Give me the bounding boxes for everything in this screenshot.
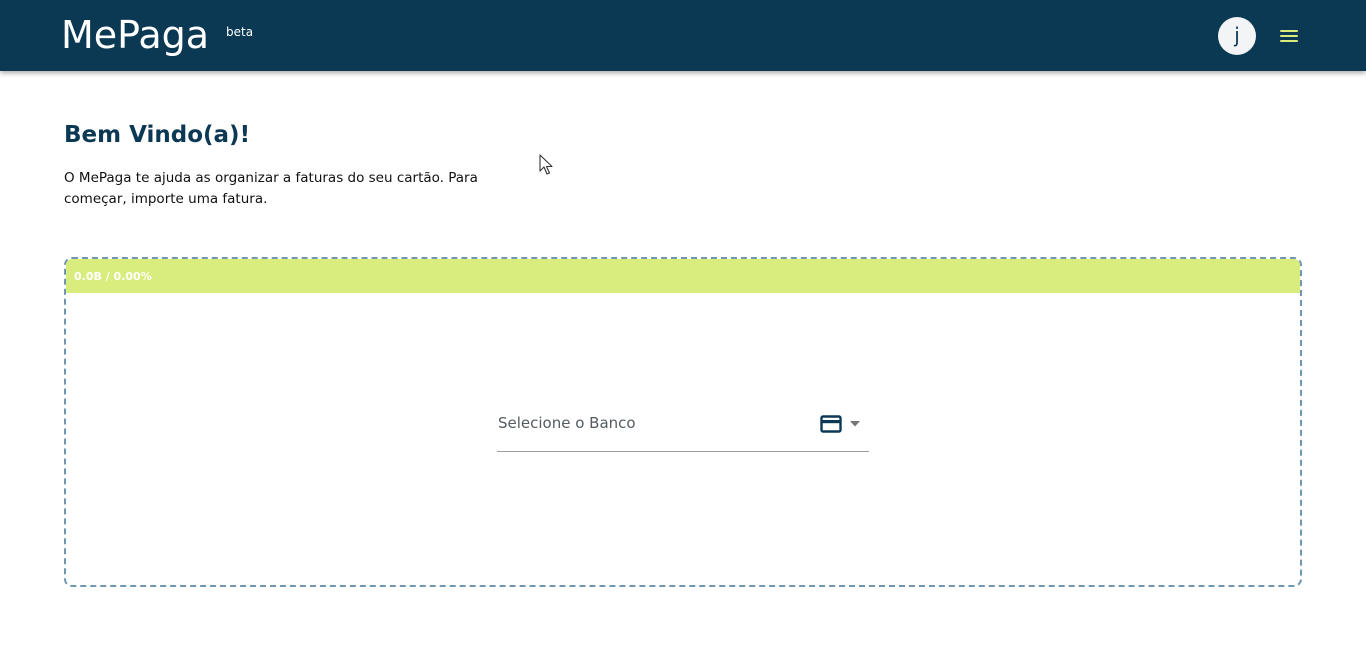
upload-progress-bar: 0.0B / 0.00% — [66, 259, 1300, 293]
mouse-cursor-icon — [539, 154, 553, 175]
welcome-description: O MePaga te ajuda as organizar a faturas… — [64, 170, 478, 207]
top-app-bar: MePaga beta j — [0, 0, 1366, 71]
page-title: Bem Vindo(a)! — [64, 122, 251, 148]
credit-card-icon — [820, 415, 842, 433]
beta-badge: beta — [226, 25, 254, 39]
hamburger-menu-icon[interactable] — [1277, 26, 1301, 46]
invoice-upload-dropzone[interactable]: 0.0B / 0.00% Selecione o Banco — [64, 257, 1302, 587]
upload-progress-text: 0.0B / 0.00% — [74, 270, 152, 283]
user-avatar-button[interactable]: j — [1218, 17, 1256, 55]
brand-logo[interactable]: MePaga — [61, 11, 209, 59]
caret-down-icon[interactable] — [849, 420, 861, 428]
bank-select-placeholder: Selecione o Banco — [498, 414, 636, 432]
bank-select[interactable]: Selecione o Banco — [497, 400, 869, 452]
